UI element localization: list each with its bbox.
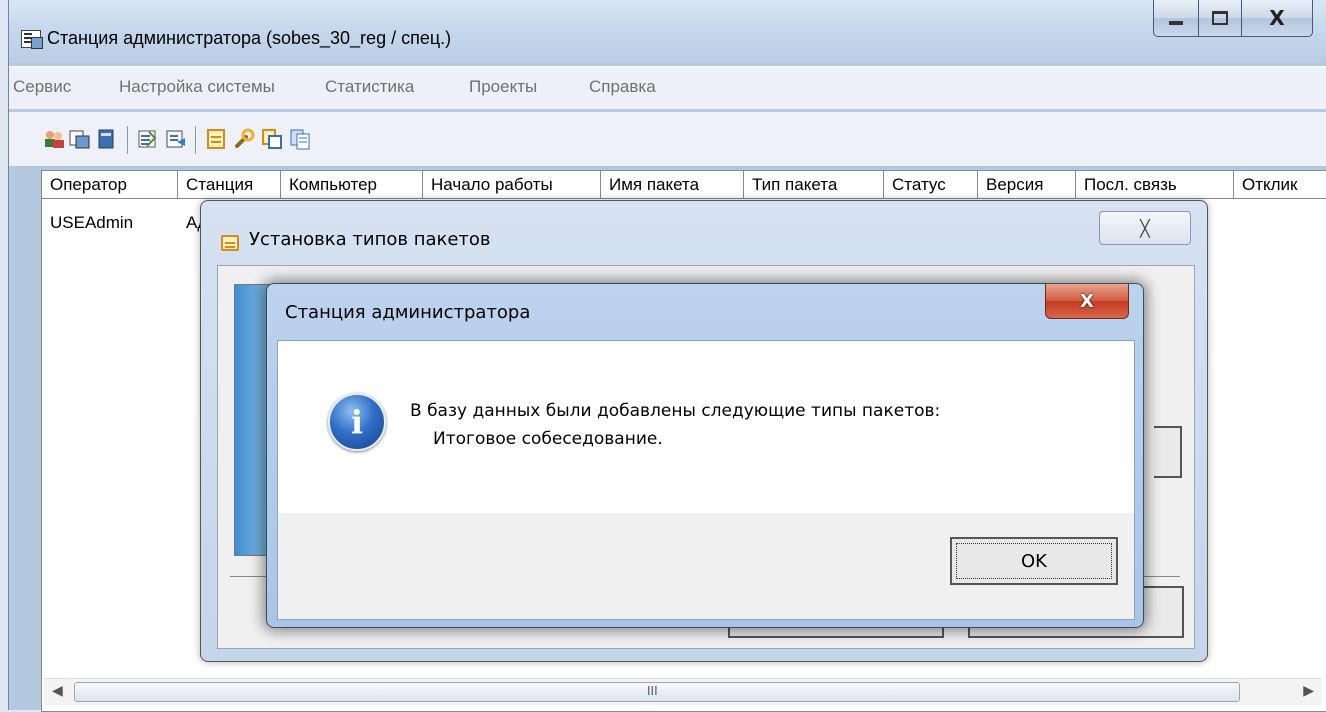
message-box-body: i В базу данных были добавлены следующие…: [277, 340, 1135, 620]
column-header-status[interactable]: Статус: [884, 171, 978, 199]
message-detail: Итоговое собеседование.: [433, 429, 663, 449]
scroll-right-icon[interactable]: ▶: [1303, 683, 1314, 699]
column-header-package-name[interactable]: Имя пакета: [601, 171, 744, 199]
column-header-computer[interactable]: Компьютер: [281, 171, 423, 199]
window-title: Станция администратора (sobes_30_reg / с…: [47, 28, 452, 48]
toolbar: [9, 112, 1326, 166]
ok-button[interactable]: OK: [950, 537, 1118, 585]
menu-system-settings[interactable]: Настройка системы: [119, 77, 275, 97]
scroll-left-icon[interactable]: ◀: [52, 683, 63, 699]
column-header-response[interactable]: Отклик: [1234, 171, 1326, 199]
toolbar-separator: [195, 126, 196, 154]
minimize-button[interactable]: [1153, 0, 1199, 37]
column-header-package-type[interactable]: Тип пакета: [744, 171, 884, 199]
menu-service[interactable]: Сервис: [13, 77, 71, 97]
package-icon[interactable]: [205, 128, 227, 150]
menu-bar: Сервис Настройка системы Статистика Прое…: [9, 66, 1326, 109]
maximize-button[interactable]: [1199, 0, 1242, 37]
package-types-close-button[interactable]: ╳: [1099, 211, 1191, 245]
list-header: Оператор Станция Компьютер Начало работы…: [42, 171, 1326, 201]
scroll-grip: III: [647, 684, 658, 698]
caption-buttons: X: [1153, 0, 1313, 40]
scroll-thumb[interactable]: III: [74, 682, 1240, 702]
menu-statistics[interactable]: Статистика: [325, 77, 414, 97]
info-icon: i: [328, 393, 386, 451]
column-header-station[interactable]: Станция: [178, 171, 281, 199]
menu-projects[interactable]: Проекты: [469, 77, 537, 97]
message-box: Станция администратора X i В базу данных…: [266, 283, 1144, 628]
package-types-dialog-title: Установка типов пакетов: [249, 229, 491, 250]
title-bar[interactable]: Станция администратора (sobes_30_reg / с…: [9, 0, 1326, 62]
message-text: В базу данных были добавлены следующие т…: [410, 401, 941, 421]
message-box-footer: OK: [278, 513, 1134, 619]
station-icon[interactable]: [69, 128, 91, 150]
toolbar-separator: [127, 126, 128, 154]
horizontal-scrollbar[interactable]: ◀ III ▶: [44, 678, 1322, 705]
close-icon: ╳: [1140, 218, 1150, 238]
column-header-operator[interactable]: Оператор: [42, 171, 178, 199]
column-header-version[interactable]: Версия: [978, 171, 1076, 199]
close-button[interactable]: X: [1242, 0, 1313, 37]
close-icon: X: [1269, 6, 1285, 30]
row-operator[interactable]: USEAdmin: [50, 213, 133, 233]
book-icon[interactable]: [95, 128, 117, 150]
message-box-close-button[interactable]: X: [1045, 284, 1129, 319]
wrench-icon[interactable]: [233, 128, 255, 150]
dialog-side-button[interactable]: [1154, 426, 1182, 478]
column-header-last-contact[interactable]: Посл. связь: [1076, 171, 1234, 199]
package-icon: [221, 235, 239, 251]
column-header-start-time[interactable]: Начало работы: [423, 171, 601, 199]
app-icon: [21, 30, 43, 49]
copy-icon[interactable]: [289, 128, 311, 150]
close-icon: X: [1080, 290, 1094, 312]
export-icon[interactable]: [165, 128, 187, 150]
checklist-icon[interactable]: [137, 128, 159, 150]
minimize-icon: [1169, 21, 1183, 25]
import-icon[interactable]: [261, 128, 283, 150]
menu-help[interactable]: Справка: [589, 77, 656, 97]
users-icon[interactable]: [43, 128, 65, 150]
message-box-title: Станция администратора: [285, 302, 531, 323]
maximize-icon: [1212, 11, 1228, 25]
